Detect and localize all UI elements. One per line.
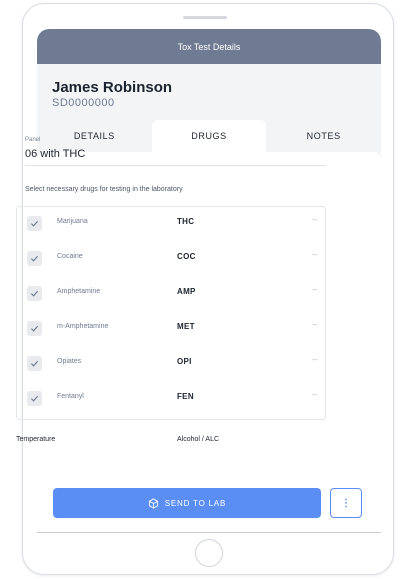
tablet-speaker (183, 16, 227, 19)
drug-name: Cocaine (57, 253, 83, 260)
drug-checkbox[interactable] (27, 251, 42, 266)
drug-result: -- (312, 357, 317, 364)
drug-result: -- (312, 252, 317, 259)
drug-checkbox[interactable] (27, 356, 42, 371)
patient-id: SD0000000 (52, 97, 115, 109)
tab-notes[interactable]: NOTES (266, 120, 381, 152)
drug-row-opiates[interactable]: Opiates OPI -- (17, 347, 325, 382)
alcohol-label: Alcohol / ALC (177, 436, 220, 443)
drug-checkbox[interactable] (27, 321, 42, 336)
drug-code: OPI (177, 357, 192, 366)
send-to-lab-label: SEND TO LAB (164, 498, 227, 508)
package-icon (148, 497, 158, 509)
drug-name: m-Amphetamine (57, 323, 109, 330)
drug-result: -- (312, 392, 317, 399)
screen-bottom-edge (37, 532, 381, 533)
drug-list: Marijuana THC -- Cocaine COC -- Amphetam… (16, 206, 326, 420)
tab-drugs[interactable]: DRUGS (151, 120, 267, 152)
home-button[interactable] (195, 539, 223, 567)
more-vertical-icon: ⋮ (341, 497, 351, 509)
instructions-text: Select necessary drugs for testing in th… (25, 186, 183, 193)
panel-select[interactable]: 06 with THC (25, 148, 85, 160)
drug-name: Opiates (57, 358, 82, 365)
panel-label: Panel (25, 137, 41, 143)
drug-row-amphetamine[interactable]: Amphetamine AMP -- (17, 277, 325, 312)
check-icon (30, 360, 39, 367)
drug-row-fentanyl[interactable]: Fentanyl FEN -- (17, 382, 325, 417)
check-icon (30, 255, 39, 262)
drug-result: -- (312, 217, 317, 224)
patient-name: James Robinson (52, 79, 173, 96)
check-icon (30, 290, 39, 297)
check-icon (30, 220, 39, 227)
drug-code: FEN (177, 392, 194, 401)
check-icon (30, 395, 39, 402)
drug-row-cocaine[interactable]: Cocaine COC -- (17, 242, 325, 277)
drug-code: AMP (177, 287, 196, 296)
drug-checkbox[interactable] (27, 216, 42, 231)
drug-checkbox[interactable] (27, 286, 42, 301)
page-title: Tox Test Details (177, 41, 241, 52)
drug-code: MET (177, 322, 195, 331)
drug-result: -- (312, 287, 317, 294)
drug-name: Marijuana (57, 218, 88, 225)
panel-underline (25, 165, 326, 166)
temperature-label: Temperature (16, 436, 56, 443)
more-options-button[interactable]: ⋮ (330, 488, 362, 518)
drug-code: THC (177, 217, 195, 226)
drug-name: Amphetamine (57, 288, 101, 295)
title-bar: Tox Test Details (37, 29, 381, 64)
drug-name: Fentanyl (57, 393, 84, 400)
drug-code: COC (177, 252, 196, 261)
check-icon (30, 325, 39, 332)
drug-row-marijuana[interactable]: Marijuana THC -- (17, 207, 325, 242)
drug-result: -- (312, 322, 317, 329)
send-to-lab-button[interactable]: SEND TO LAB (53, 488, 321, 518)
drug-checkbox[interactable] (27, 391, 42, 406)
drug-row-m-amphetamine[interactable]: m-Amphetamine MET -- (17, 312, 325, 347)
tab-bar: DETAILS DRUGS NOTES (37, 120, 381, 152)
